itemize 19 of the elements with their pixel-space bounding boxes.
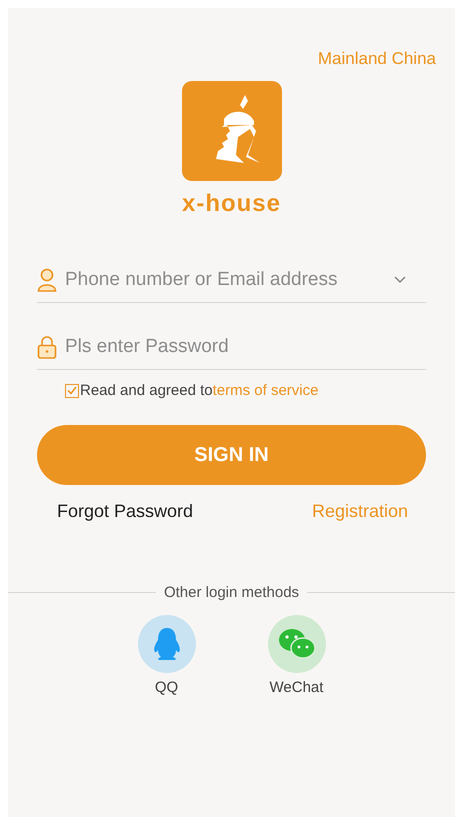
terms-link[interactable]: terms of service xyxy=(212,382,318,399)
lock-icon xyxy=(37,335,57,359)
helmet-logo-icon xyxy=(182,81,282,181)
social-login-label: QQ xyxy=(154,679,178,696)
chat-bubbles-icon xyxy=(276,627,316,661)
other-login-title: Other login methods xyxy=(164,584,300,601)
forgot-password-link[interactable]: Forgot Password xyxy=(57,501,194,522)
logo-wordmark: x-house xyxy=(182,190,281,218)
chevron-down-icon[interactable] xyxy=(394,276,406,284)
sign-in-button[interactable]: SIGN IN xyxy=(37,425,426,485)
registration-link[interactable]: Registration xyxy=(312,501,408,522)
password-field[interactable]: Pls enter Password xyxy=(65,336,426,358)
account-field[interactable]: Phone number or Email address xyxy=(65,269,386,291)
person-icon xyxy=(37,268,57,292)
penguin-icon xyxy=(152,627,182,661)
social-login-label: WeChat xyxy=(270,679,324,696)
agree-checkbox[interactable] xyxy=(65,384,79,398)
agreement-text: Read and agreed toterms of service xyxy=(80,382,318,399)
region-link[interactable]: Mainland China xyxy=(318,49,436,69)
